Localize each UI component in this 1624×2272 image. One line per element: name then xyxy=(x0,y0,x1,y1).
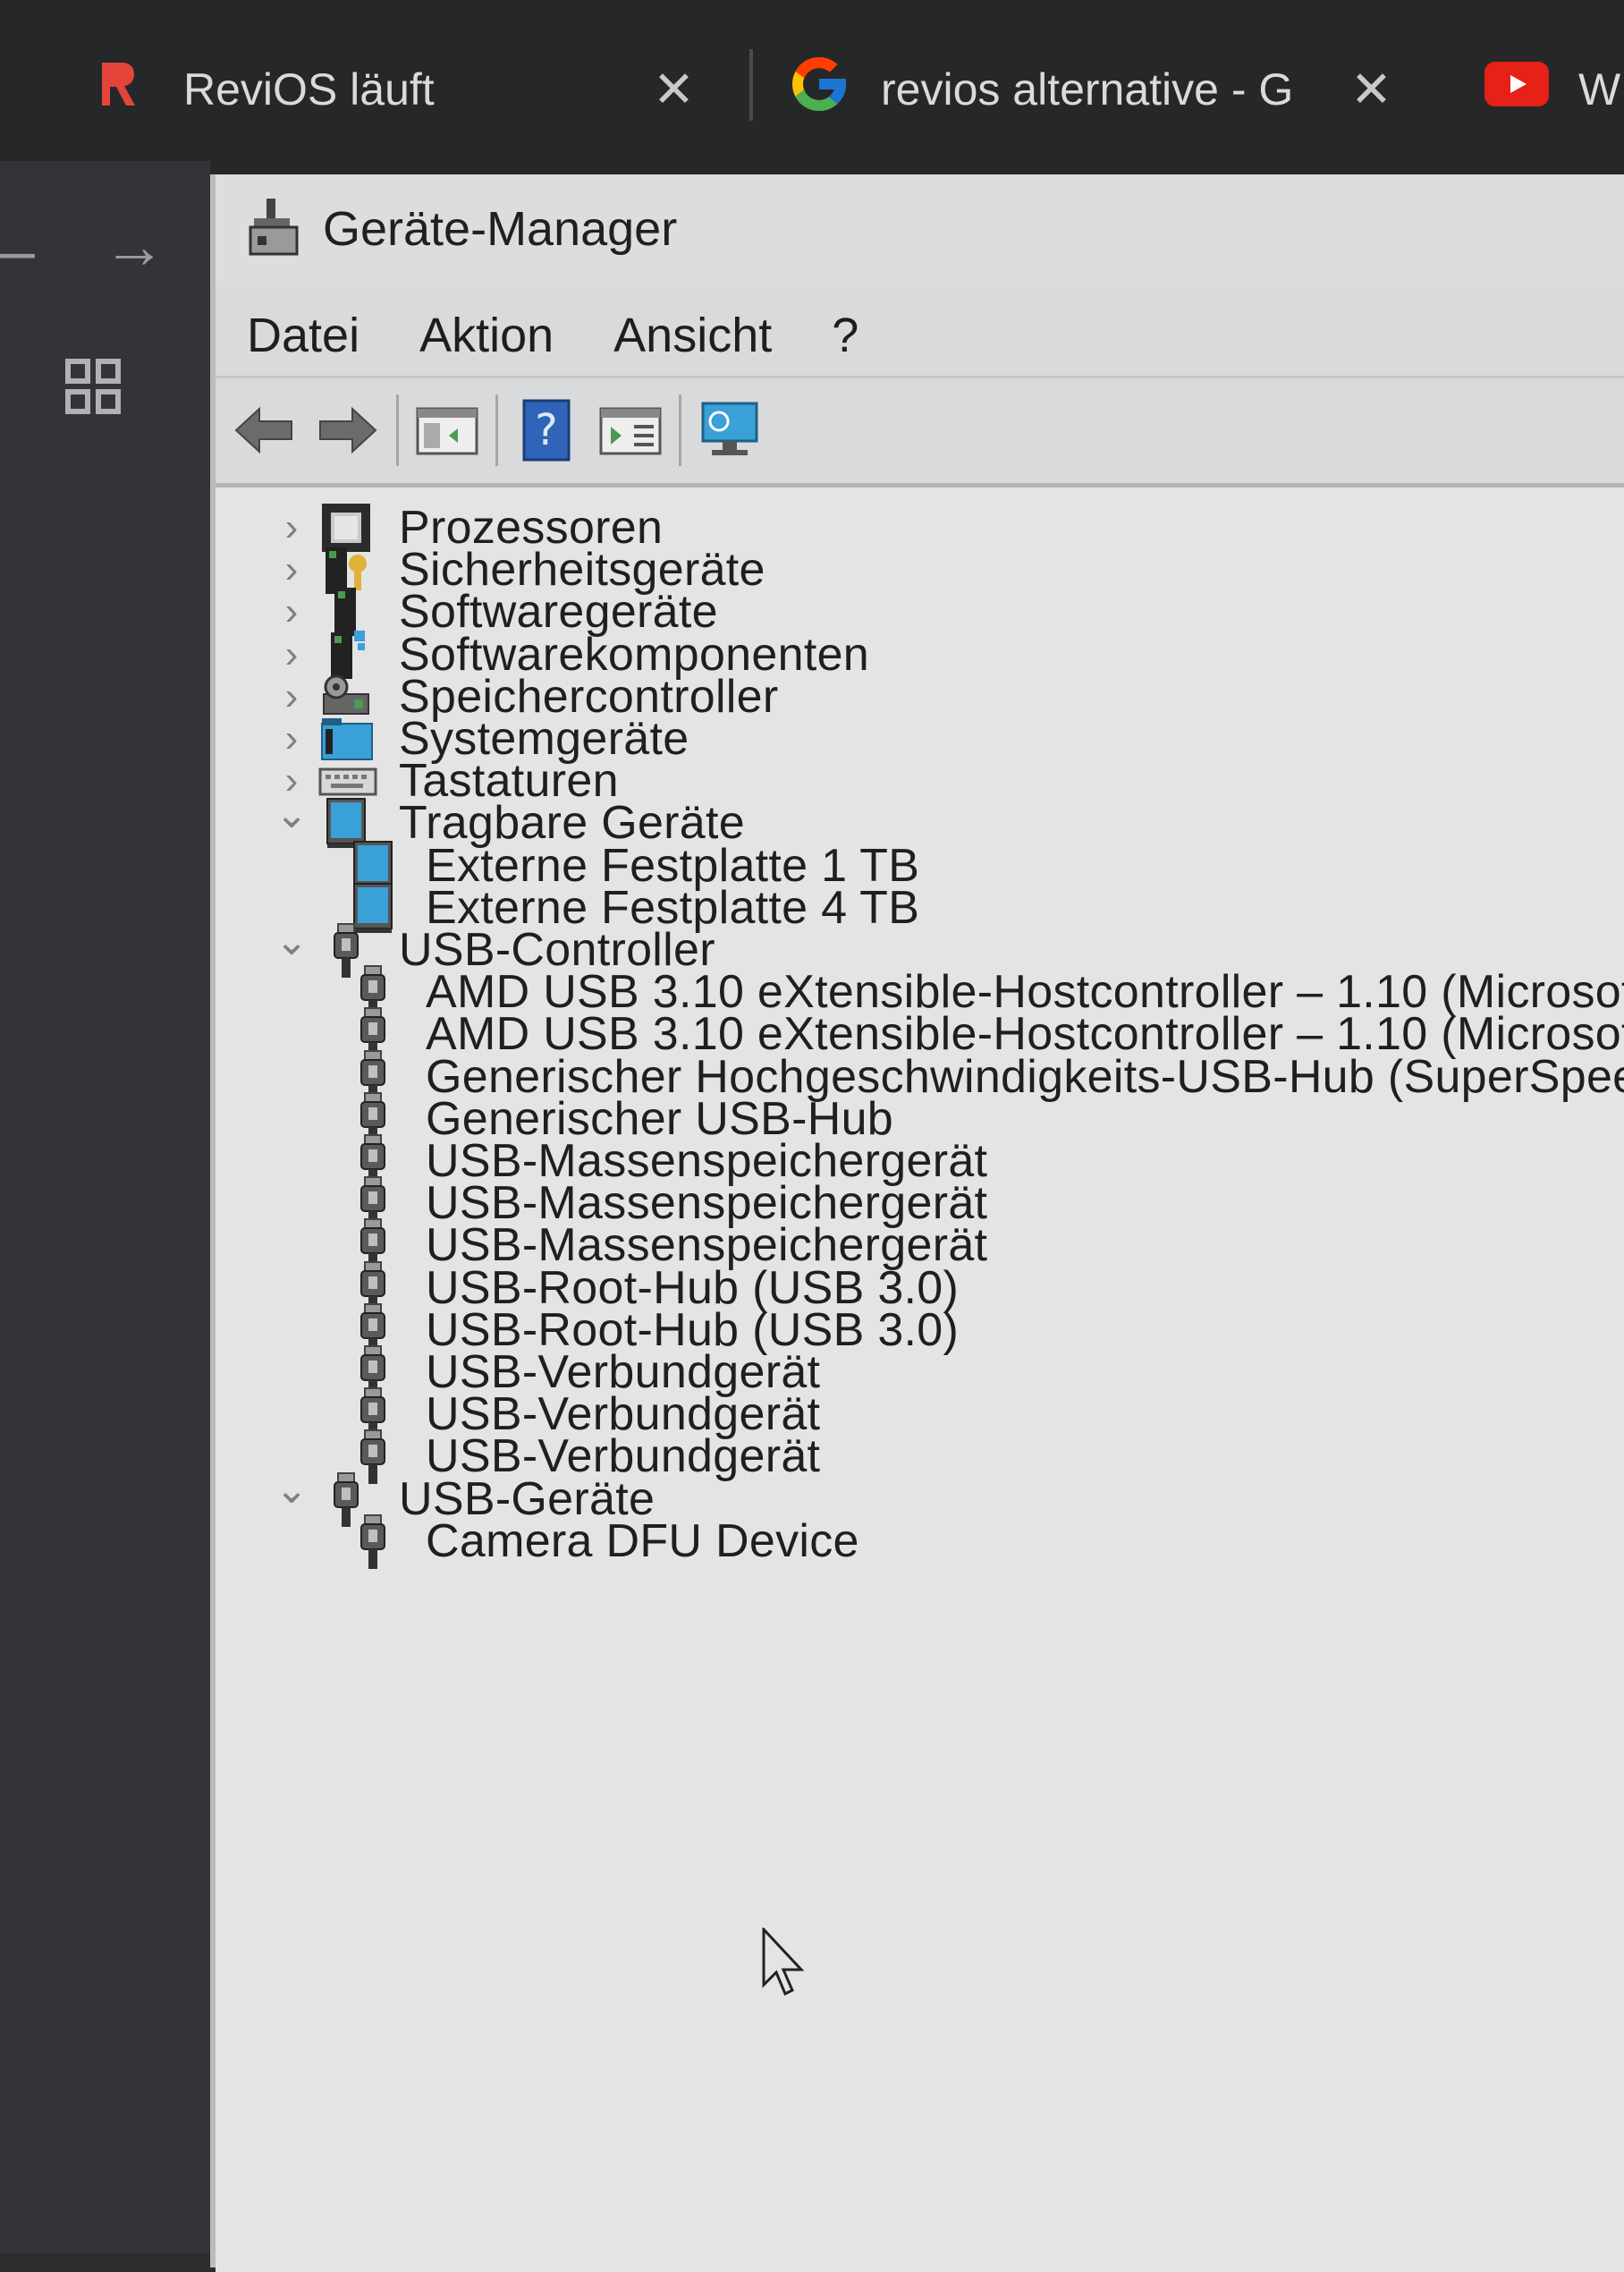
device-manager-window: Geräte-Manager Datei Aktion Ansicht ? ? … xyxy=(210,174,1624,2272)
close-tab-icon[interactable]: ✕ xyxy=(1350,60,1392,119)
expanded-chevron-icon[interactable]: ⌄ xyxy=(265,792,318,837)
forward-arrow-icon xyxy=(319,406,377,454)
menu-ansicht[interactable]: Ansicht xyxy=(613,308,772,363)
browser-tab-revios[interactable]: ReviOS läuft ✕ xyxy=(98,36,724,143)
tab-separator xyxy=(749,49,753,121)
revios-logo-icon xyxy=(98,59,143,120)
device-tree: › Prozessoren › Sicherheitsgeräte › Softwareg… xyxy=(216,483,1624,2272)
svg-text:?: ? xyxy=(535,405,557,455)
toolbar: ? xyxy=(216,376,1624,481)
toolbar-separator xyxy=(396,394,399,466)
toolbar-separator xyxy=(495,394,498,466)
help-icon: ? xyxy=(522,399,571,461)
back-button[interactable] xyxy=(228,394,300,466)
expanded-chevron-icon[interactable]: ⌄ xyxy=(265,919,318,964)
device-manager-app-icon xyxy=(247,197,300,259)
browser-tab-strip: ReviOS läuft ✕ revios alternative - G ✕ … xyxy=(0,0,1624,179)
expanded-chevron-icon[interactable]: ⌄ xyxy=(265,1467,318,1513)
scan-hardware-button[interactable] xyxy=(694,394,765,466)
browser-tab-google[interactable]: revios alternative - G ✕ xyxy=(787,36,1413,143)
tree-node-label: Camera DFU Device xyxy=(426,1514,859,1567)
window-title: Geräte-Manager xyxy=(323,202,678,256)
close-tab-icon[interactable]: ✕ xyxy=(653,60,695,119)
tree-device-node[interactable]: Camera DFU Device xyxy=(345,1510,859,1573)
forward-button[interactable] xyxy=(312,394,384,466)
console-tree-icon xyxy=(416,407,478,454)
properties-icon xyxy=(599,407,662,454)
title-bar: Geräte-Manager xyxy=(216,174,1624,286)
tab-title: revios alternative - G xyxy=(881,64,1294,114)
scan-hardware-monitor-icon xyxy=(701,402,758,455)
show-hide-console-tree-button[interactable] xyxy=(411,394,483,466)
back-arrow-icon[interactable]: – xyxy=(0,215,35,286)
help-button[interactable]: ? xyxy=(511,394,582,466)
google-logo-icon xyxy=(787,52,854,127)
properties-button[interactable] xyxy=(595,394,666,466)
tab-title: ReviOS läuft xyxy=(183,64,435,114)
youtube-logo-icon xyxy=(1484,62,1552,117)
apps-grid-icon[interactable] xyxy=(64,358,122,420)
menu-bar: Datei Aktion Ansicht ? xyxy=(216,291,1624,380)
menu-datei[interactable]: Datei xyxy=(247,308,359,363)
back-arrow-icon xyxy=(234,406,292,454)
toolbar-separator xyxy=(679,394,681,466)
browser-tab-youtube[interactable]: W xyxy=(1484,36,1624,143)
browser-sidebar: – → xyxy=(0,161,210,2253)
menu-help[interactable]: ? xyxy=(832,308,859,363)
menu-aktion[interactable]: Aktion xyxy=(419,308,554,363)
forward-arrow-icon[interactable]: → xyxy=(103,210,165,282)
usb-plug-icon xyxy=(345,1513,408,1569)
mouse-cursor-icon xyxy=(762,1928,805,1996)
tab-title: W xyxy=(1578,64,1621,114)
